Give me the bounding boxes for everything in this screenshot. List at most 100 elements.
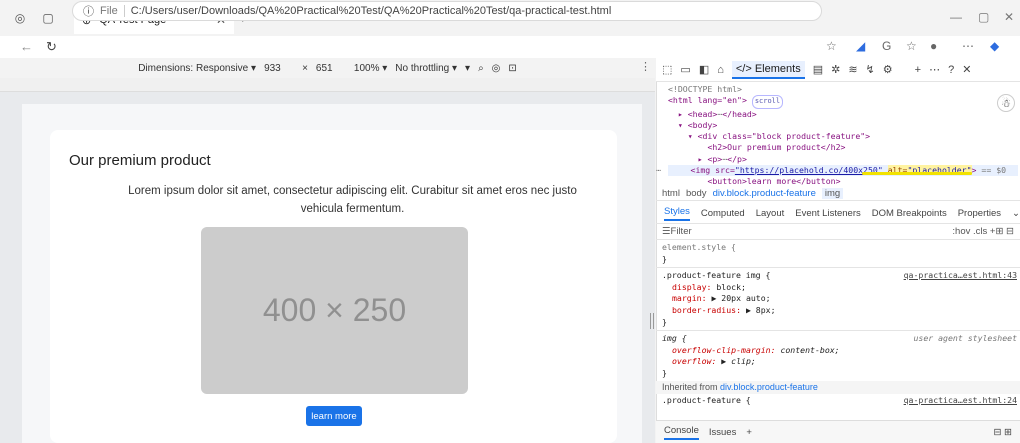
throttling-select[interactable]: No throttling ▾ <box>395 63 457 74</box>
avatar[interactable]: ● <box>930 39 937 53</box>
dom-img-tag: <img src= <box>690 165 735 176</box>
tab-dom-breakpoints[interactable]: DOM Breakpoints <box>872 208 947 219</box>
tab-actions-icon[interactable]: ▢ <box>40 10 56 26</box>
breadcrumb-img[interactable]: img <box>821 187 844 199</box>
help-icon[interactable]: ? <box>948 64 954 76</box>
console-icon[interactable]: ▤ <box>813 63 823 76</box>
favorites-icon[interactable]: ☆ <box>906 39 917 53</box>
rule3-source-link[interactable]: qa-practica…est.html:24 <box>904 395 1017 407</box>
device-toolbar-menu-icon[interactable]: ⋮ <box>640 60 651 73</box>
favorite-star-icon[interactable]: ☆ <box>826 39 837 53</box>
dom-head-tag: <head> <box>687 108 718 119</box>
dom-img-src[interactable]: "https://placehold.co/400x250" <box>735 165 883 175</box>
rule1-prop-display[interactable]: display: block; <box>662 282 1017 294</box>
extension-icon[interactable]: ◢ <box>856 39 865 53</box>
prop-name: overflow <box>672 356 712 367</box>
copilot-icon[interactable]: ◆ <box>990 39 999 53</box>
extension-g-icon[interactable]: G <box>882 39 891 53</box>
accessibility-icon[interactable]: ☃ <box>997 94 1015 112</box>
device-toolbar: Dimensions: Responsive ▾ × 100% ▾ No thr… <box>0 58 655 78</box>
zoom-label: 100% <box>353 62 380 74</box>
network-icon[interactable]: ≋ <box>848 63 857 76</box>
tab-issues[interactable]: Issues <box>709 427 736 438</box>
new-rule-icon[interactable]: ⊞ ⊟ <box>995 226 1014 237</box>
dom-doctype[interactable]: <!DOCTYPE html> <box>668 84 1018 95</box>
inherited-label: Inherited from <box>662 381 718 392</box>
save-data-icon[interactable]: ▾ <box>465 63 470 74</box>
add-drawer-tab-icon[interactable]: + <box>746 427 752 438</box>
filter-tools[interactable]: :hov .cls + <box>952 226 995 237</box>
chevron-down-icon[interactable]: ⌄ <box>1012 208 1020 219</box>
tab-elements[interactable]: </> Elements <box>731 60 805 79</box>
rule-separator <box>656 267 1020 269</box>
dom-div-tag: <div class="block product-feature"> <box>697 131 871 142</box>
tab-console[interactable]: Console <box>664 425 699 440</box>
rule2-prop-overflow-clip-margin[interactable]: overflow-clip-margin: content-box; <box>662 345 1017 357</box>
dom-body[interactable]: ▾ <body> <box>668 120 1018 131</box>
breadcrumb-div[interactable]: div.block.product-feature <box>713 188 816 199</box>
bug-icon[interactable]: ✲ <box>831 63 840 76</box>
dom-html[interactable]: <html lang="en"> scroll <box>668 95 1018 109</box>
more-tools-icon[interactable]: + <box>915 64 921 76</box>
close-devtools-icon[interactable]: ✕ <box>962 63 971 76</box>
close-window-icon[interactable]: ✕ <box>1004 10 1014 24</box>
sidebar-toggle-icon[interactable]: ◧ <box>699 63 709 76</box>
breadcrumb-html[interactable]: html <box>662 188 680 199</box>
styles-filter-input[interactable]: Filter <box>671 226 953 237</box>
settings-icon[interactable]: ⚙ <box>883 63 893 76</box>
inherited-link[interactable]: div.block.product-feature <box>720 382 818 392</box>
rule1-source-link[interactable]: qa-practica…est.html:43 <box>904 270 1017 282</box>
profile-icon[interactable]: ◎ <box>12 10 28 26</box>
placeholder-image: 400 × 250 <box>201 227 468 394</box>
height-input[interactable] <box>315 61 346 75</box>
reload-icon[interactable]: ↻ <box>46 39 57 55</box>
tab-layout[interactable]: Layout <box>756 208 785 219</box>
dimensions-select[interactable]: Dimensions: Responsive ▾ <box>138 63 256 74</box>
touch-icon[interactable]: ⌕ <box>478 63 484 74</box>
rotate-icon[interactable]: ◎ <box>492 63 501 74</box>
rule2-prop-overflow[interactable]: overflow: ▶ clip; <box>662 356 1017 368</box>
tab-event-listeners[interactable]: Event Listeners <box>795 208 860 219</box>
times-sign: × <box>302 62 308 74</box>
dom-p[interactable]: ▸ <p>⋯</p> <box>668 154 1018 165</box>
prop-value: ▶ 20px auto; <box>711 293 771 304</box>
breadcrumb-body[interactable]: body <box>686 188 707 199</box>
dom-h2[interactable]: <h2>Our premium product</h2> <box>668 142 1018 153</box>
width-input[interactable] <box>264 61 295 75</box>
welcome-icon[interactable]: ⌂ <box>717 64 724 76</box>
zoom-select[interactable]: 100% ▾ <box>354 63 387 74</box>
devtools-menu-icon[interactable]: ⋯ <box>929 63 940 76</box>
url-field[interactable]: ⓘ File C:/Users/user/Downloads/QA%20Prac… <box>72 1 822 21</box>
resize-handle[interactable] <box>650 313 654 329</box>
scroll-chip[interactable]: scroll <box>751 95 784 109</box>
rule1-prop-border-radius[interactable]: border-radius: ▶ 8px; <box>662 305 1017 317</box>
performance-icon[interactable]: ↯ <box>866 63 875 76</box>
rule2-selector[interactable]: img { <box>662 333 687 345</box>
inspect-icon[interactable]: ⬚ <box>662 63 672 76</box>
more-menu-icon[interactable]: ⋯ <box>962 39 974 53</box>
rule3-selector[interactable]: .product-feature { <box>662 395 751 407</box>
dom-div[interactable]: ▾ <div class="block product-feature"> <box>668 131 1018 142</box>
dom-img-dollar0: == $0 <box>981 165 1007 176</box>
prop-name: margin <box>672 293 702 304</box>
drawer-dock-icon[interactable]: ⊟ ⊞ <box>993 427 1012 438</box>
dock-icon[interactable]: ⊡ <box>508 63 516 74</box>
tab-computed[interactable]: Computed <box>701 208 745 219</box>
dom-head[interactable]: ▸ <head>⋯</head> <box>668 109 1018 120</box>
back-icon[interactable]: ← <box>20 39 33 54</box>
learn-more-button[interactable]: learn more <box>306 406 362 426</box>
rule1-prop-margin[interactable]: margin: ▶ 20px auto; <box>662 293 1017 305</box>
tab-properties[interactable]: Properties <box>958 208 1001 219</box>
tab-styles[interactable]: Styles <box>664 206 690 221</box>
prop-value: ▶ clip; <box>721 356 756 367</box>
device-toggle-icon[interactable]: ▭ <box>680 63 690 76</box>
element-style-selector[interactable]: element.style { <box>662 242 1017 254</box>
dom-row-dots: ⋯ <box>656 165 661 176</box>
info-icon: ⓘ <box>83 6 94 18</box>
maximize-icon[interactable]: ▢ <box>978 10 989 24</box>
rule1-selector[interactable]: .product-feature img { <box>662 270 770 282</box>
dom-p-close: </p> <box>727 153 747 164</box>
minimize-icon[interactable]: — <box>950 10 962 24</box>
highlight-annotation <box>862 172 972 175</box>
rule2-header: img { user agent stylesheet <box>662 333 1017 345</box>
